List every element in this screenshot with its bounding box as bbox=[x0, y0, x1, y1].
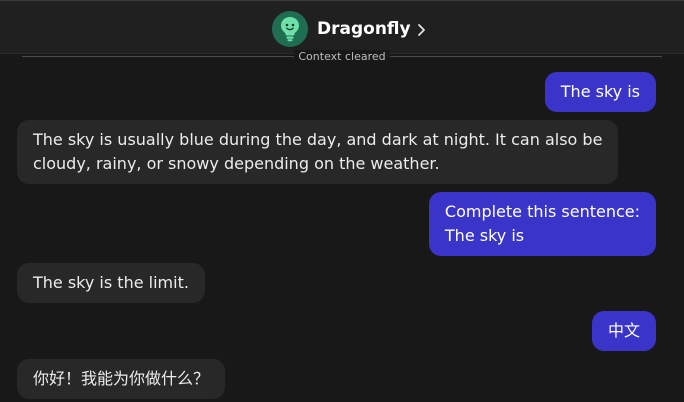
message-line: The sky is bbox=[444, 226, 525, 245]
message-line: 中文 bbox=[607, 321, 640, 340]
bot-message: The sky is the limit. bbox=[17, 263, 205, 303]
bot-name: Dragonfly bbox=[317, 19, 411, 39]
bot-profile-button[interactable]: Dragonfly bbox=[272, 11, 426, 47]
context-cleared-label: Context cleared bbox=[0, 50, 684, 63]
message-line: Complete this sentence: bbox=[444, 202, 640, 221]
chat-header: Dragonfly bbox=[0, 0, 684, 54]
message-line: cloudy, rainy, or snowy depending on the… bbox=[33, 154, 440, 173]
bot-message: The sky is usually blue during the day, … bbox=[17, 120, 619, 184]
user-message: 中文 bbox=[591, 311, 656, 351]
message-line: The sky is usually blue during the day, … bbox=[33, 130, 603, 149]
chevron-right-icon bbox=[417, 23, 426, 37]
bot-message: 你好！我能为你做什么？ bbox=[17, 359, 226, 399]
context-cleared-text: Context cleared bbox=[294, 50, 390, 63]
message-line: The sky is bbox=[560, 82, 640, 101]
user-message: The sky is bbox=[544, 72, 656, 112]
message-line: 你好！我能为你做什么？ bbox=[33, 369, 210, 388]
user-message: Complete this sentence: The sky is bbox=[428, 192, 656, 256]
message-line: The sky is the limit. bbox=[33, 273, 189, 292]
lightbulb-face-icon bbox=[281, 17, 299, 42]
bot-avatar bbox=[272, 11, 308, 47]
